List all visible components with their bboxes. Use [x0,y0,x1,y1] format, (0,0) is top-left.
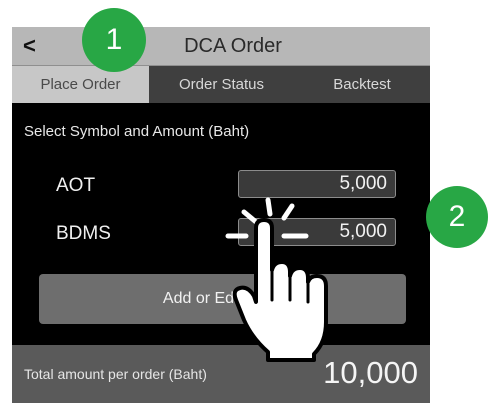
step-badge-1: 1 [82,8,146,72]
tab-order-status[interactable]: Order Status [149,66,294,103]
total-label: Total amount per order (Baht) [24,366,207,382]
section-title: Select Symbol and Amount (Baht) [24,123,250,140]
symbol-label-bdms: BDMS [56,223,111,244]
tab-place-order[interactable]: Place Order [12,66,149,103]
page-title: DCA Order [184,35,282,57]
symbol-label-aot: AOT [56,175,96,196]
total-footer: Total amount per order (Baht) 10,000 [12,345,430,403]
app-screen: < DCA Order Place Order Order Status Bac… [12,27,430,403]
tab-bar: Place Order Order Status Backtest [12,66,430,103]
tap-hand-icon [225,197,328,362]
navigation-bar: < DCA Order [12,27,430,66]
tab-backtest[interactable]: Backtest [294,66,430,103]
step-badge-2: 2 [426,186,488,248]
